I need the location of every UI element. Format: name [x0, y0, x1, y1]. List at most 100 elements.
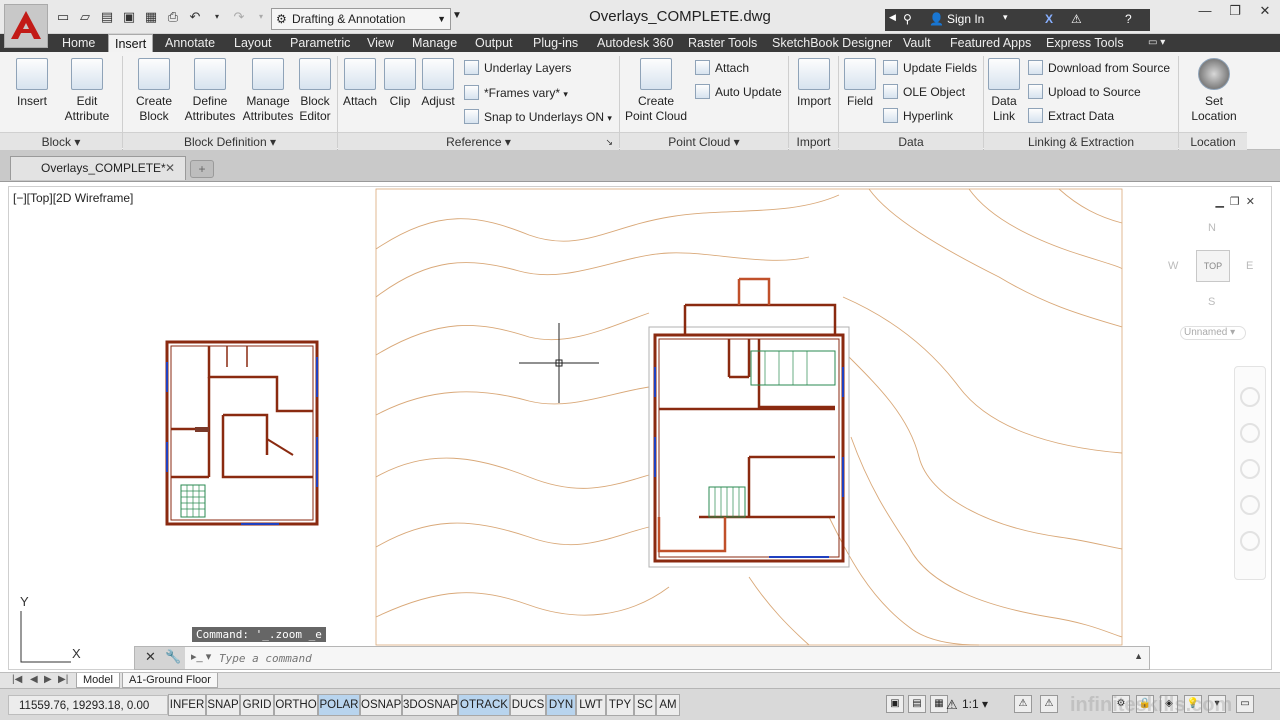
viewcube-north[interactable]: N	[1208, 222, 1216, 234]
tab-insert[interactable]: Insert	[108, 34, 154, 53]
zoom-extents-icon[interactable]	[1240, 459, 1260, 479]
status-toggle-ortho[interactable]: ORTHO	[274, 694, 318, 716]
tab-autodesk-360[interactable]: Autodesk 360	[597, 34, 673, 52]
binoculars-icon[interactable]: ⚲	[903, 12, 912, 26]
ribbon-minimize-icon[interactable]: ▭ ▾	[1148, 34, 1165, 52]
open-sheet-set-icon[interactable]: ▤	[98, 8, 116, 26]
close-icon[interactable]: ✕	[165, 157, 175, 179]
tab-parametric[interactable]: Parametric	[290, 34, 350, 52]
steering-wheel-icon[interactable]	[1240, 387, 1260, 407]
status-toggle-tpy[interactable]: TPY	[606, 694, 634, 716]
first-layout-icon[interactable]: |◀	[12, 674, 22, 685]
set-location-button[interactable]: Set Location	[1186, 58, 1242, 124]
open-file-icon[interactable]: ▱	[76, 8, 94, 26]
tab-a1-ground-floor[interactable]: A1-Ground Floor	[122, 673, 218, 688]
frames-dropdown[interactable]: *Frames vary* ▾	[464, 83, 568, 103]
close-command-line-icon[interactable]: ✕	[145, 649, 156, 665]
tab-model[interactable]: Model	[76, 673, 120, 688]
extract-data-button[interactable]: Extract Data	[1028, 106, 1114, 126]
coordinate-readout[interactable]: 11559.76, 19293.18, 0.00	[8, 695, 168, 715]
tab-express-tools[interactable]: Express Tools	[1046, 34, 1124, 52]
create-block-button[interactable]: Create Block	[128, 58, 180, 124]
edit-attribute-button[interactable]: Edit Attribute	[58, 58, 116, 124]
status-toggle-sc[interactable]: SC	[634, 694, 656, 716]
ucs-menu[interactable]: Unnamed ▾	[1180, 326, 1246, 340]
status-toggle-snap[interactable]: SNAP	[206, 694, 240, 716]
auto-update-button[interactable]: Auto Update	[695, 82, 782, 102]
status-toggle-am[interactable]: AM	[656, 694, 680, 716]
tab-annotate[interactable]: Annotate	[165, 34, 215, 52]
annotation-visibility-icon[interactable]: ⚠	[1014, 695, 1032, 713]
annotation-scale[interactable]: 1:1 ▾	[962, 697, 988, 711]
underlay-layers-button[interactable]: Underlay Layers	[464, 58, 571, 78]
status-toggle-infer[interactable]: INFER	[168, 694, 206, 716]
viewport-close-icon[interactable]: ✕	[1246, 195, 1255, 208]
tab-raster-tools[interactable]: Raster Tools	[688, 34, 757, 52]
upload-to-source-button[interactable]: Upload to Source	[1028, 82, 1141, 102]
customize-wrench-icon[interactable]: 🔧	[165, 649, 181, 665]
viewcube-top-face[interactable]: TOP	[1196, 250, 1230, 282]
minimize-icon[interactable]: —	[1190, 0, 1220, 22]
tab-view[interactable]: View	[367, 34, 394, 52]
dialog-launcher-icon[interactable]: ↘	[605, 133, 613, 151]
clip-button[interactable]: Clip	[382, 58, 418, 109]
user-icon[interactable]: 👤	[929, 12, 944, 26]
viewcube-south[interactable]: S	[1208, 296, 1215, 308]
panel-title-reference[interactable]: Reference ▾ ↘	[338, 132, 619, 150]
save-icon[interactable]: ▣	[120, 8, 138, 26]
hyperlink-button[interactable]: Hyperlink	[883, 106, 953, 126]
tab-sketchbook-designer[interactable]: SketchBook Designer	[772, 34, 892, 52]
status-toggle-3dosnap[interactable]: 3DOSNAP	[402, 694, 458, 716]
status-toggle-lwt[interactable]: LWT	[576, 694, 606, 716]
status-toggle-osnap[interactable]: OSNAP	[360, 694, 402, 716]
field-button[interactable]: Field	[842, 58, 878, 109]
tab-plug-ins[interactable]: Plug-ins	[533, 34, 578, 52]
import-button[interactable]: Import	[793, 58, 835, 109]
download-from-source-button[interactable]: Download from Source	[1028, 58, 1170, 78]
clean-screen-icon[interactable]: ▭	[1236, 695, 1254, 713]
last-layout-icon[interactable]: ▶|	[58, 674, 68, 685]
tab-output[interactable]: Output	[475, 34, 513, 52]
panel-title-point-cloud[interactable]: Point Cloud ▾	[620, 132, 788, 150]
define-attributes-button[interactable]: Define Attributes	[182, 58, 238, 124]
application-menu-button[interactable]	[4, 4, 48, 48]
qat-customize-icon[interactable]: ▼	[452, 10, 462, 21]
viewcube-west[interactable]: W	[1168, 260, 1178, 272]
new-file-icon[interactable]: ▭	[54, 8, 72, 26]
prev-layout-icon[interactable]: ◀	[30, 674, 38, 685]
tab-manage[interactable]: Manage	[412, 34, 457, 52]
pan-icon[interactable]	[1240, 423, 1260, 443]
viewport-minimize-icon[interactable]: ▁	[1215, 195, 1223, 208]
status-toggle-ducs[interactable]: DUCS	[510, 694, 546, 716]
redo-icon[interactable]: ↷	[230, 8, 248, 26]
snap-to-underlays-dropdown[interactable]: Snap to Underlays ON ▾	[464, 107, 612, 127]
help-button[interactable]: ?	[1125, 12, 1132, 26]
ole-object-button[interactable]: OLE Object	[883, 82, 965, 102]
data-link-button[interactable]: Data Link	[986, 58, 1022, 124]
restore-icon[interactable]: ❐	[1220, 0, 1250, 22]
tab-layout[interactable]: Layout	[234, 34, 272, 52]
quick-view-layouts-icon[interactable]: ▤	[908, 695, 926, 713]
tab-featured-apps[interactable]: Featured Apps	[950, 34, 1031, 52]
undo-icon[interactable]: ↶	[186, 8, 204, 26]
recent-commands-icon[interactable]: ▸_ ▾	[191, 650, 211, 663]
sign-in-dropdown-icon[interactable]: ▾	[1003, 12, 1008, 23]
viewport-restore-icon[interactable]: ❐	[1230, 195, 1240, 208]
update-fields-button[interactable]: Update Fields	[883, 58, 977, 78]
tab-home[interactable]: Home	[62, 34, 95, 52]
tab-vault[interactable]: Vault	[903, 34, 931, 52]
viewport-controls[interactable]: [−][Top][2D Wireframe]	[13, 191, 133, 205]
close-icon[interactable]: ✕	[1250, 0, 1280, 22]
block-editor-button[interactable]: Block Editor	[296, 58, 334, 124]
manage-attributes-button[interactable]: Manage Attributes	[240, 58, 296, 124]
workspace-switcher[interactable]: ⚙ Drafting & Annotation ▼	[271, 8, 451, 30]
command-history-toggle-icon[interactable]: ▲	[1134, 651, 1143, 661]
status-toggle-otrack[interactable]: OTRACK	[458, 694, 510, 716]
status-toggle-dyn[interactable]: DYN	[546, 694, 576, 716]
drawing-area[interactable]: [−][Top][2D Wireframe] ▁ ❐ ✕	[8, 186, 1272, 670]
stay-connected-icon[interactable]: ⚠	[1071, 12, 1082, 26]
auto-scale-icon[interactable]: ⚠	[1040, 695, 1058, 713]
redo-dropdown-icon[interactable]: ▾	[252, 8, 270, 26]
undo-dropdown-icon[interactable]: ▾	[208, 8, 226, 26]
attach-point-cloud-button[interactable]: Attach	[695, 58, 749, 78]
